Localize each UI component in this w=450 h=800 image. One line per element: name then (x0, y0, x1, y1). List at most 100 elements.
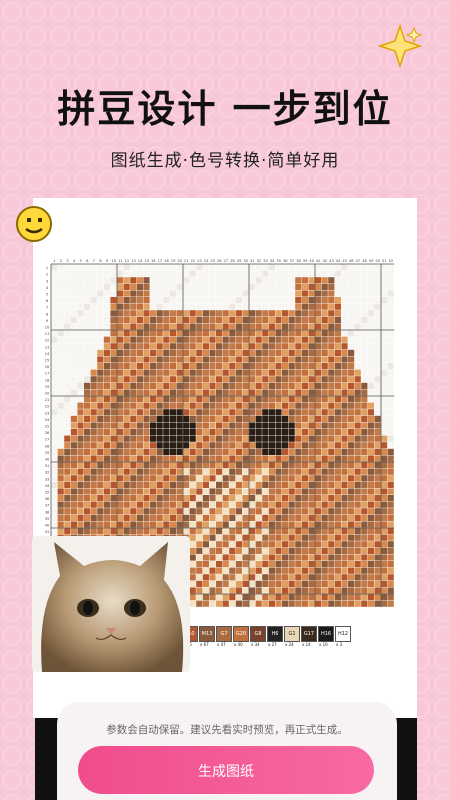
bead-cell (209, 343, 216, 350)
bead-cell (110, 508, 117, 515)
bead-cell (242, 455, 249, 462)
bead-cell (51, 316, 58, 323)
bead-cell (301, 349, 308, 356)
bead-cell (387, 343, 394, 350)
bead-cell (90, 382, 97, 389)
bead-cell (341, 475, 348, 482)
bead-cell (367, 442, 374, 449)
bead-cell (209, 297, 216, 304)
bead-cell (262, 389, 269, 396)
bead-cell (222, 323, 229, 330)
bead-cell (262, 363, 269, 370)
bead-cell (64, 429, 71, 436)
bead-cell (341, 574, 348, 581)
column-number: 28 (230, 259, 235, 263)
bead-cell (249, 382, 256, 389)
bead-cell (97, 323, 104, 330)
bead-cell (242, 448, 249, 455)
column-number: 22 (191, 259, 196, 263)
bead-cell (275, 297, 282, 304)
bead-cell (130, 501, 137, 508)
bead-cell (288, 587, 295, 594)
bead-cell (57, 264, 64, 271)
bead-cell (235, 270, 242, 277)
bead-cell (77, 297, 84, 304)
bead-cell (222, 316, 229, 323)
bead-cell (117, 481, 124, 488)
bead-cell (249, 290, 256, 297)
bead-cell (262, 270, 269, 277)
bead-cell (130, 290, 137, 297)
bead-cell (156, 501, 163, 508)
bead-cell (361, 541, 368, 548)
bead-cell (143, 283, 150, 290)
bead-cell (334, 481, 341, 488)
bead-cell (196, 587, 203, 594)
bead-cell (288, 574, 295, 581)
bead-cell (308, 283, 315, 290)
bead-cell (150, 501, 157, 508)
bead-cell (110, 455, 117, 462)
bead-cell (143, 455, 150, 462)
bead-cell (242, 488, 249, 495)
bead-cell (209, 547, 216, 554)
bead-cell (64, 369, 71, 376)
bead-cell (282, 310, 289, 317)
column-number: 18 (164, 259, 169, 263)
bead-cell (117, 323, 124, 330)
bead-cell (268, 547, 275, 554)
bead-cell (235, 290, 242, 297)
bead-cell (275, 435, 282, 442)
bead-cell (84, 349, 91, 356)
column-number: 20 (177, 259, 182, 263)
bead-cell (275, 488, 282, 495)
bead-cell (255, 283, 262, 290)
bead-cell (348, 382, 355, 389)
bead-cell (64, 303, 71, 310)
bead-cell (110, 521, 117, 528)
bead-cell (334, 442, 341, 449)
bead-cell (57, 376, 64, 383)
bead-cell (110, 290, 117, 297)
bead-cell (90, 283, 97, 290)
bead-cell (308, 323, 315, 330)
bead-cell (242, 594, 249, 601)
bead-cell (334, 303, 341, 310)
bead-cell (321, 264, 328, 271)
bead-cell (103, 310, 110, 317)
bead-cell (202, 356, 209, 363)
bead-cell (202, 521, 209, 528)
bead-cell (249, 303, 256, 310)
bead-cell (216, 528, 223, 535)
bead-cell (262, 323, 269, 330)
bead-cell (295, 528, 302, 535)
bead-cell (282, 303, 289, 310)
bead-cell (70, 290, 77, 297)
generate-button[interactable]: 生成图纸 (78, 746, 374, 794)
bead-cell (130, 349, 137, 356)
bead-cell (354, 541, 361, 548)
bead-cell (268, 587, 275, 594)
bead-cell (84, 402, 91, 409)
bead-cell (255, 330, 262, 337)
color-chip-count: x 24 (285, 642, 294, 647)
bead-cell (301, 303, 308, 310)
bead-cell (308, 389, 315, 396)
bead-cell (341, 587, 348, 594)
bead-cell (90, 323, 97, 330)
bead-cell (275, 356, 282, 363)
bead-cell (57, 283, 64, 290)
color-chip: H16 (318, 626, 334, 642)
bead-cell (262, 356, 269, 363)
bead-cell (315, 528, 322, 535)
bead-cell (374, 363, 381, 370)
bead-cell (262, 415, 269, 422)
bead-cell (381, 600, 388, 607)
bead-cell (374, 283, 381, 290)
bead-cell (301, 528, 308, 535)
bead-cell (117, 369, 124, 376)
bead-cell (361, 547, 368, 554)
bead-cell (288, 580, 295, 587)
bead-cell (176, 475, 183, 482)
bead-cell (90, 481, 97, 488)
